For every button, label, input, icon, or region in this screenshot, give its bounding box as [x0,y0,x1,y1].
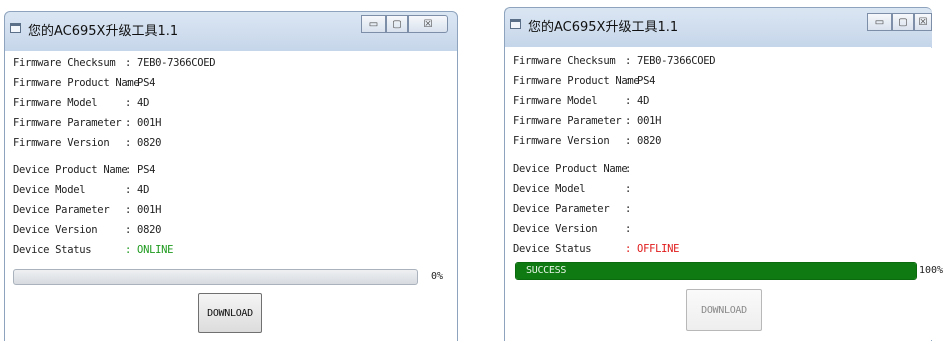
device-model-row: Device Model : 4D [13,184,149,196]
progress-bar [13,269,418,285]
app-icon [10,23,21,33]
field-value: : [625,203,632,215]
maximize-icon: ▢ [898,16,908,28]
progress-bar: SUCCESS [515,262,917,280]
field-label: Firmware Version [513,135,610,147]
window-title: 您的AC695X升级工具1.1 [28,24,179,39]
field-label: Firmware Parameter [13,117,122,129]
status-value: : OFFLINE [625,243,680,255]
field-value: : 7EB0-7366COED [625,55,716,67]
field-value: : 0820 [125,137,162,149]
close-button[interactable]: ☒ [914,13,932,31]
firmware-checksum-row: Firmware Checksum : 7EB0-7366COED [13,57,216,69]
close-icon: ☒ [423,18,433,30]
field-label: Device Product Name [13,164,128,176]
field-label: Device Model [13,184,86,196]
firmware-checksum-row: Firmware Checksum : 7EB0-7366COED [513,55,716,67]
field-value: : 001H [125,204,162,216]
field-value: : 0820 [625,135,662,147]
field-value: : PS4 [125,164,156,176]
device-version-row: Device Version : [513,223,631,235]
field-value: : [625,223,632,235]
firmware-version-row: Firmware Version : 0820 [13,137,161,149]
firmware-product-name-row: Firmware Product Name : PS4 [13,77,155,89]
firmware-product-name-row: Firmware Product Name : PS4 [513,75,655,87]
field-label: Device Parameter [513,203,610,215]
maximize-icon: ▢ [392,18,402,30]
maximize-button[interactable]: ▢ [386,15,408,33]
title-bar[interactable]: 您的AC695X升级工具1.1 ▭ ▢ ☒ [4,11,458,47]
field-value: : 001H [125,117,162,129]
download-button[interactable]: DOWNLOAD [198,293,262,333]
field-label: Device Status [13,244,92,256]
status-value: : ONLINE [125,244,174,256]
progress-text: SUCCESS [526,265,567,276]
updater-window-left: 您的AC695X升级工具1.1 ▭ ▢ ☒ Firmware Checksum … [4,11,458,341]
window-body: Firmware Checksum : 7EB0-7366COED Firmwa… [5,51,457,341]
field-label: Device Model [513,183,586,195]
field-label: Firmware Model [513,95,598,107]
minimize-icon: ▭ [368,18,379,30]
firmware-model-row: Firmware Model : 4D [13,97,149,109]
device-status-row: Device Status : OFFLINE [513,243,680,255]
device-product-name-row: Device Product Name : PS4 [13,164,155,176]
field-label: Firmware Parameter [513,115,622,127]
field-label: Firmware Checksum [13,57,116,69]
device-product-name-row: Device Product Name : [513,163,631,175]
field-label: Device Version [513,223,598,235]
updater-window-right: 您的AC695X升级工具1.1 ▭ ▢ ☒ Firmware Checksum … [504,7,943,341]
progress-percent: 100% [919,265,943,276]
title-bar[interactable]: 您的AC695X升级工具1.1 ▭ ▢ ☒ [504,7,932,43]
field-label: Firmware Checksum [513,55,616,67]
device-parameter-row: Device Parameter : 001H [13,204,161,216]
firmware-parameter-row: Firmware Parameter : 001H [13,117,161,129]
field-label: Firmware Product Name [13,77,140,89]
field-label: Firmware Version [13,137,110,149]
field-value: : PS4 [125,77,156,89]
firmware-version-row: Firmware Version : 0820 [513,135,661,147]
field-value: : 4D [625,95,650,107]
download-button[interactable]: DOWNLOAD [686,289,762,331]
minimize-icon: ▭ [874,16,885,28]
field-label: Device Status [513,243,592,255]
maximize-button[interactable]: ▢ [892,13,914,31]
device-parameter-row: Device Parameter : [513,203,631,215]
close-button[interactable]: ☒ [408,15,448,33]
field-value: : 4D [125,97,150,109]
field-value: : 4D [125,184,150,196]
device-model-row: Device Model : [513,183,631,195]
field-value: : 0820 [125,224,162,236]
device-status-row: Device Status : ONLINE [13,244,173,256]
field-value: : [625,183,632,195]
field-label: Device Parameter [13,204,110,216]
close-icon: ☒ [918,16,928,28]
firmware-model-row: Firmware Model : 4D [513,95,649,107]
field-value: : 7EB0-7366COED [125,57,216,69]
progress-percent: 0% [431,271,444,282]
field-label: Firmware Product Name [513,75,640,87]
minimize-button[interactable]: ▭ [867,13,892,31]
progress-fill [516,263,916,279]
window-body: Firmware Checksum : 7EB0-7366COED Firmwa… [505,47,943,341]
field-label: Device Product Name [513,163,628,175]
firmware-parameter-row: Firmware Parameter : 001H [513,115,661,127]
field-value: : PS4 [625,75,656,87]
app-icon [510,19,521,29]
minimize-button[interactable]: ▭ [361,15,386,33]
field-value: : 001H [625,115,662,127]
field-label: Device Version [13,224,98,236]
window-title: 您的AC695X升级工具1.1 [528,20,679,35]
device-version-row: Device Version : 0820 [13,224,161,236]
field-label: Firmware Model [13,97,98,109]
field-value: : [625,163,632,175]
